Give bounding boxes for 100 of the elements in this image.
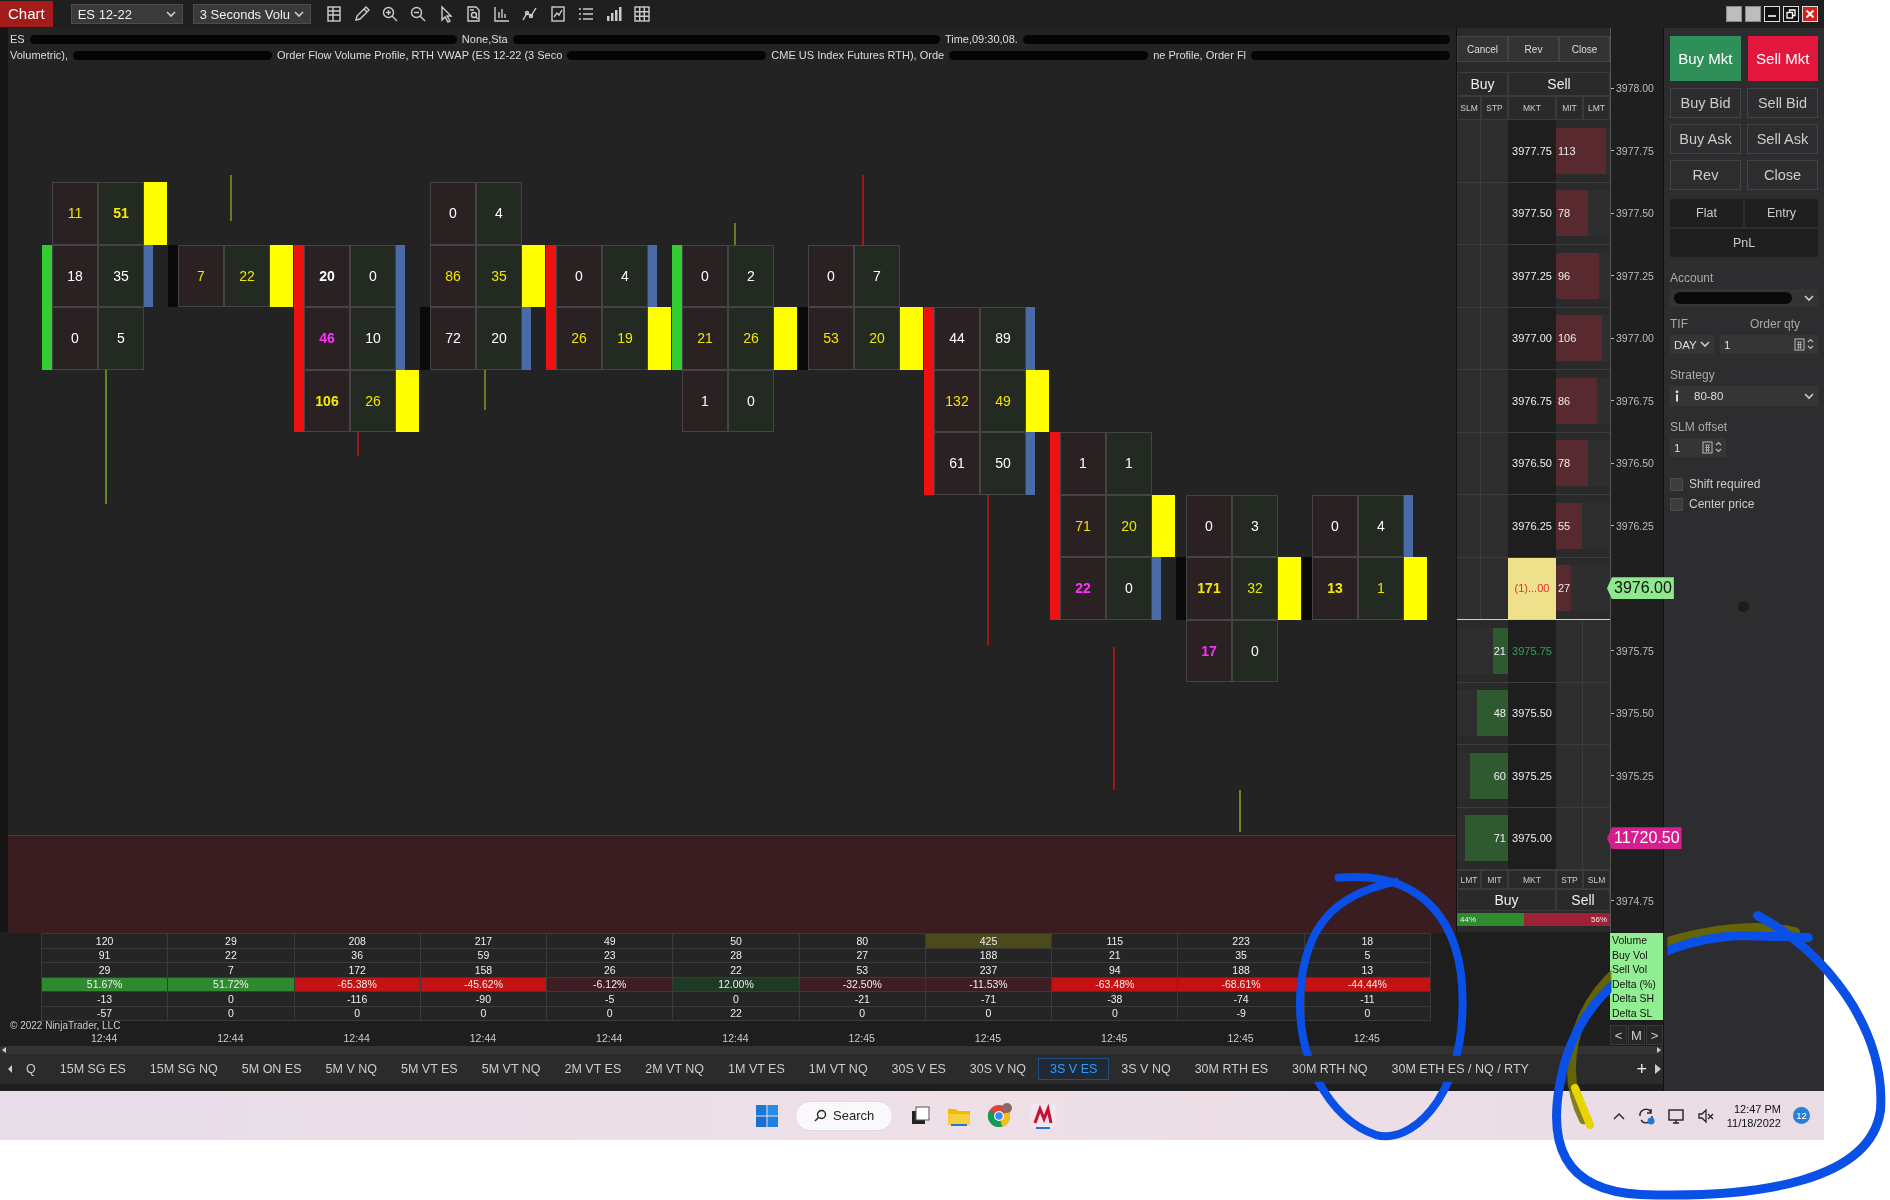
line-chart-icon[interactable]	[520, 5, 539, 23]
restore-button[interactable]	[1783, 6, 1799, 22]
chart-tab[interactable]: 15M SG NQ	[137, 1058, 230, 1080]
chart-tab[interactable]: 30M RTH ES	[1182, 1058, 1281, 1080]
depth-track[interactable]: 21	[1457, 627, 1508, 674]
order-cell[interactable]	[1556, 807, 1610, 869]
order-cell[interactable]	[1457, 370, 1508, 432]
zoom-in-icon[interactable]	[380, 5, 399, 23]
chart-tab[interactable]: 2M VT ES	[552, 1058, 634, 1080]
price-cell[interactable]: 3977.25	[1508, 245, 1556, 307]
chart-tab[interactable]: 2M VT NQ	[633, 1058, 717, 1080]
order-button[interactable]: Sell Bid	[1747, 88, 1818, 118]
price-cell[interactable]: 3977.50	[1508, 182, 1556, 244]
order-button[interactable]: Buy Bid	[1670, 88, 1741, 118]
quantity-field[interactable]: 1	[1720, 335, 1818, 354]
dom-action-button[interactable]: Close	[1559, 36, 1610, 62]
nav-button[interactable]: M	[1628, 1025, 1645, 1045]
checkbox[interactable]	[1670, 497, 1683, 511]
chart-tab[interactable]: 5M VT ES	[388, 1058, 470, 1080]
nav-button[interactable]: <	[1610, 1025, 1627, 1045]
depth-track[interactable]: 78	[1556, 440, 1610, 487]
price-cell[interactable]: 3975.00	[1508, 807, 1556, 869]
slm-offset-field[interactable]: 1	[1670, 438, 1726, 457]
dom-action-button[interactable]: Cancel	[1457, 36, 1508, 62]
chart-tab[interactable]: 5M V NQ	[313, 1058, 389, 1080]
sell-market-button[interactable]: Sell Mkt	[1747, 36, 1818, 81]
browser-icon[interactable]	[987, 1102, 1013, 1129]
speaker-muted-icon[interactable]	[1696, 1106, 1715, 1125]
spinner-arrows-icon[interactable]	[1807, 338, 1814, 350]
position-tab[interactable]: Flat	[1670, 199, 1743, 227]
depth-track[interactable]: 55	[1556, 502, 1610, 549]
strategy-dropdown[interactable]: 80-80	[1670, 386, 1818, 406]
order-cell[interactable]	[1457, 245, 1508, 307]
chart-tab[interactable]: Q	[14, 1058, 48, 1080]
depth-track[interactable]: 60	[1457, 752, 1508, 799]
chart-tab[interactable]: 30S V ES	[879, 1058, 958, 1080]
depth-track[interactable]: 86	[1556, 377, 1610, 424]
order-button[interactable]: Close	[1747, 160, 1818, 190]
order-button[interactable]: Sell Ask	[1747, 124, 1818, 154]
depth-track[interactable]: 27	[1556, 565, 1610, 612]
sync-icon[interactable]	[1636, 1106, 1655, 1125]
order-cell[interactable]	[1457, 120, 1508, 182]
minimize-button[interactable]	[1764, 6, 1780, 22]
price-cell[interactable]: 3976.25	[1508, 495, 1556, 557]
chart-tab[interactable]: 3S V ES	[1038, 1058, 1110, 1080]
chart-tab[interactable]: 15M SG ES	[47, 1058, 138, 1080]
chart-tab[interactable]: 1M VT NQ	[796, 1058, 880, 1080]
buy-market-button[interactable]: Buy Mkt	[1670, 36, 1741, 81]
position-tab[interactable]: Entry	[1745, 199, 1818, 227]
order-button[interactable]: Rev	[1670, 160, 1741, 190]
tile-button[interactable]	[1726, 6, 1742, 22]
tab-scroll-left-icon[interactable]	[6, 1064, 14, 1074]
clock-time[interactable]: 12:47 PM	[1733, 1101, 1781, 1116]
close-button[interactable]	[1802, 6, 1818, 22]
order-cell[interactable]	[1556, 682, 1610, 744]
order-button[interactable]: Buy Ask	[1670, 124, 1741, 154]
order-cell[interactable]	[1457, 495, 1508, 557]
add-tab-button[interactable]: +	[1630, 1058, 1653, 1080]
bar-type-dropdown[interactable]: 3 Seconds Volu	[192, 4, 311, 24]
caret-up-icon[interactable]	[1612, 1111, 1625, 1120]
pencil-icon[interactable]	[352, 5, 371, 23]
tab-scroll-right-icon[interactable]	[1653, 1063, 1663, 1075]
horizontal-scrollbar[interactable]	[0, 1046, 1663, 1054]
depth-track[interactable]: 78	[1556, 190, 1610, 237]
notification-badge[interactable]: 12	[1793, 1107, 1810, 1124]
price-cell[interactable]: 3976.75	[1508, 370, 1556, 432]
nav-button[interactable]: >	[1646, 1025, 1663, 1045]
price-cell[interactable]: 3977.75	[1508, 120, 1556, 182]
order-cell[interactable]	[1556, 745, 1610, 807]
depth-track[interactable]: 96	[1556, 252, 1610, 299]
report-icon[interactable]	[548, 5, 567, 23]
chart-tab[interactable]: 30M RTH NQ	[1280, 1058, 1380, 1080]
order-cell[interactable]	[1457, 557, 1508, 619]
chart-tab[interactable]: 3S V NQ	[1109, 1058, 1183, 1080]
chart-tab[interactable]: 5M VT NQ	[469, 1058, 553, 1080]
task-view-icon[interactable]	[909, 1104, 931, 1127]
dom-action-button[interactable]: Rev	[1508, 36, 1559, 62]
list-icon[interactable]	[576, 5, 595, 23]
chart-tab[interactable]: 1M VT ES	[716, 1058, 797, 1080]
order-cell[interactable]	[1457, 432, 1508, 494]
order-cell[interactable]	[1556, 620, 1610, 682]
bar-chart-icon[interactable]	[492, 5, 511, 23]
app-icon[interactable]	[1029, 1102, 1057, 1129]
grid-icon[interactable]	[632, 5, 651, 23]
order-cell[interactable]	[1457, 307, 1508, 369]
signal-bars-icon[interactable]	[604, 5, 623, 23]
pnl-tab[interactable]: PnL	[1670, 229, 1818, 257]
clock-date[interactable]: 11/18/2022	[1726, 1115, 1781, 1130]
price-cell[interactable]: 3975.75	[1508, 620, 1556, 682]
price-cell[interactable]: 3975.25	[1508, 745, 1556, 807]
table-icon[interactable]	[324, 5, 343, 23]
document-search-icon[interactable]	[464, 5, 483, 23]
price-cell[interactable]: 3976.50	[1508, 432, 1556, 494]
price-cell[interactable]: 3975.50	[1508, 682, 1556, 744]
monitor-icon[interactable]	[1666, 1106, 1685, 1125]
depth-track[interactable]: 48	[1457, 690, 1508, 737]
chart-tab[interactable]: 5M ON ES	[229, 1058, 314, 1080]
spinner-arrows-icon[interactable]	[1715, 441, 1722, 453]
chart-tab[interactable]: 30S V NQ	[957, 1058, 1039, 1080]
zoom-out-icon[interactable]	[408, 5, 427, 23]
